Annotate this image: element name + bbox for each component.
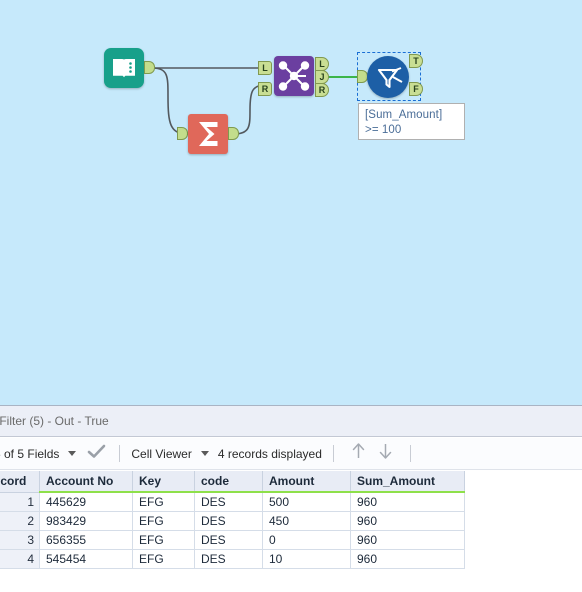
- toolbar-divider: [332, 445, 334, 462]
- table-row[interactable]: 3 656355 EFG DES 0 960: [0, 530, 465, 550]
- input-data-tool-body[interactable]: [104, 48, 144, 88]
- data-table: Record Account No Key code Amount Sum_Am…: [0, 471, 465, 569]
- summarize-output-anchor[interactable]: [228, 127, 239, 140]
- cell-account-no[interactable]: 445629: [39, 491, 133, 512]
- cell-record: 3: [0, 530, 40, 550]
- toolbar-divider: [119, 445, 121, 462]
- cell-amount[interactable]: 500: [262, 491, 351, 512]
- filter-tool-body[interactable]: [367, 56, 409, 98]
- column-header-code[interactable]: code: [194, 471, 263, 493]
- alteryx-designer-window: L R L J R T F [Sum_Amount] >= 100 - Filt…: [0, 0, 582, 592]
- filter-funnel-icon: [377, 67, 403, 89]
- cell-account-no[interactable]: 656355: [39, 530, 133, 550]
- join-nodes-icon: [278, 61, 310, 91]
- join-tool-body[interactable]: [274, 56, 314, 96]
- cell-key[interactable]: EFG: [132, 511, 195, 531]
- results-header-title: - Filter (5) - Out - True: [0, 414, 109, 428]
- cell-code[interactable]: DES: [194, 511, 263, 531]
- column-header-key[interactable]: Key: [132, 471, 195, 493]
- view-mode-label: Cell Viewer: [131, 446, 192, 461]
- cell-sum-amount[interactable]: 960: [350, 511, 465, 531]
- view-mode-selector[interactable]: Cell Viewer: [131, 447, 217, 461]
- cell-code[interactable]: DES: [194, 491, 263, 512]
- chevron-down-icon[interactable]: [68, 451, 77, 456]
- cell-account-no[interactable]: 545454: [39, 549, 133, 569]
- input-output-anchor[interactable]: [144, 61, 155, 74]
- cell-account-no[interactable]: 983429: [39, 511, 133, 531]
- column-header-sum-amount[interactable]: Sum_Amount: [350, 471, 465, 493]
- book-icon: [113, 59, 135, 78]
- cell-key[interactable]: EFG: [132, 530, 195, 550]
- fields-selector-label: 5 of 5 Fields: [0, 446, 60, 461]
- summarize-tool-body[interactable]: [188, 114, 228, 154]
- workflow-canvas[interactable]: L R L J R T F [Sum_Amount] >= 100: [0, 0, 582, 405]
- wire-input-to-summarize: [151, 67, 189, 135]
- results-toolbar[interactable]: 5 of 5 Fields Cell Viewer 4 records disp…: [0, 438, 582, 470]
- table-header-row: Record Account No Key code Amount Sum_Am…: [0, 471, 465, 493]
- join-input-right-anchor[interactable]: R: [258, 82, 272, 96]
- table-row[interactable]: 1 445629 EFG DES 500 960: [0, 491, 465, 512]
- results-panel: - Filter (5) - Out - True 5 of 5 Fields …: [0, 405, 582, 592]
- arrow-up-icon[interactable]: [351, 442, 366, 465]
- filter-annotation: [Sum_Amount] >= 100: [358, 103, 465, 140]
- table-row[interactable]: 2 983429 EFG DES 450 960: [0, 511, 465, 531]
- results-header-bar: - Filter (5) - Out - True: [0, 406, 582, 437]
- chevron-down-icon[interactable]: [200, 451, 209, 456]
- column-header-account-no[interactable]: Account No: [39, 471, 133, 493]
- cell-amount[interactable]: 0: [262, 530, 351, 550]
- table-row[interactable]: 4 545454 EFG DES 10 960: [0, 549, 465, 569]
- cell-record: 4: [0, 549, 40, 569]
- filter-output-true-anchor[interactable]: T: [409, 54, 423, 68]
- join-output-join-anchor[interactable]: J: [315, 70, 329, 84]
- fields-selector[interactable]: 5 of 5 Fields: [0, 447, 85, 461]
- toolbar-divider: [409, 445, 411, 462]
- records-displayed-label: 4 records displayed: [217, 446, 322, 461]
- summarize-input-anchor[interactable]: [177, 127, 188, 140]
- cell-amount[interactable]: 450: [262, 511, 351, 531]
- checkmark-icon[interactable]: [87, 444, 106, 464]
- cell-record: 1: [0, 491, 40, 512]
- cell-code[interactable]: DES: [194, 549, 263, 569]
- cell-record: 2: [0, 511, 40, 531]
- cell-key[interactable]: EFG: [132, 549, 195, 569]
- join-input-left-anchor[interactable]: L: [258, 61, 272, 75]
- column-header-amount[interactable]: Amount: [262, 471, 351, 493]
- column-header-record[interactable]: Record: [0, 471, 40, 493]
- filter-output-false-anchor[interactable]: F: [409, 82, 423, 96]
- cell-amount[interactable]: 10: [262, 549, 351, 569]
- sigma-icon: [199, 122, 218, 146]
- join-output-right-anchor[interactable]: R: [315, 83, 329, 97]
- cell-key[interactable]: EFG: [132, 491, 195, 512]
- results-data-grid[interactable]: Record Account No Key code Amount Sum_Am…: [0, 471, 582, 592]
- cell-code[interactable]: DES: [194, 530, 263, 550]
- join-output-left-anchor[interactable]: L: [315, 57, 329, 71]
- cell-sum-amount[interactable]: 960: [350, 491, 465, 512]
- cell-sum-amount[interactable]: 960: [350, 549, 465, 569]
- cell-sum-amount[interactable]: 960: [350, 530, 465, 550]
- arrow-down-icon[interactable]: [378, 442, 393, 465]
